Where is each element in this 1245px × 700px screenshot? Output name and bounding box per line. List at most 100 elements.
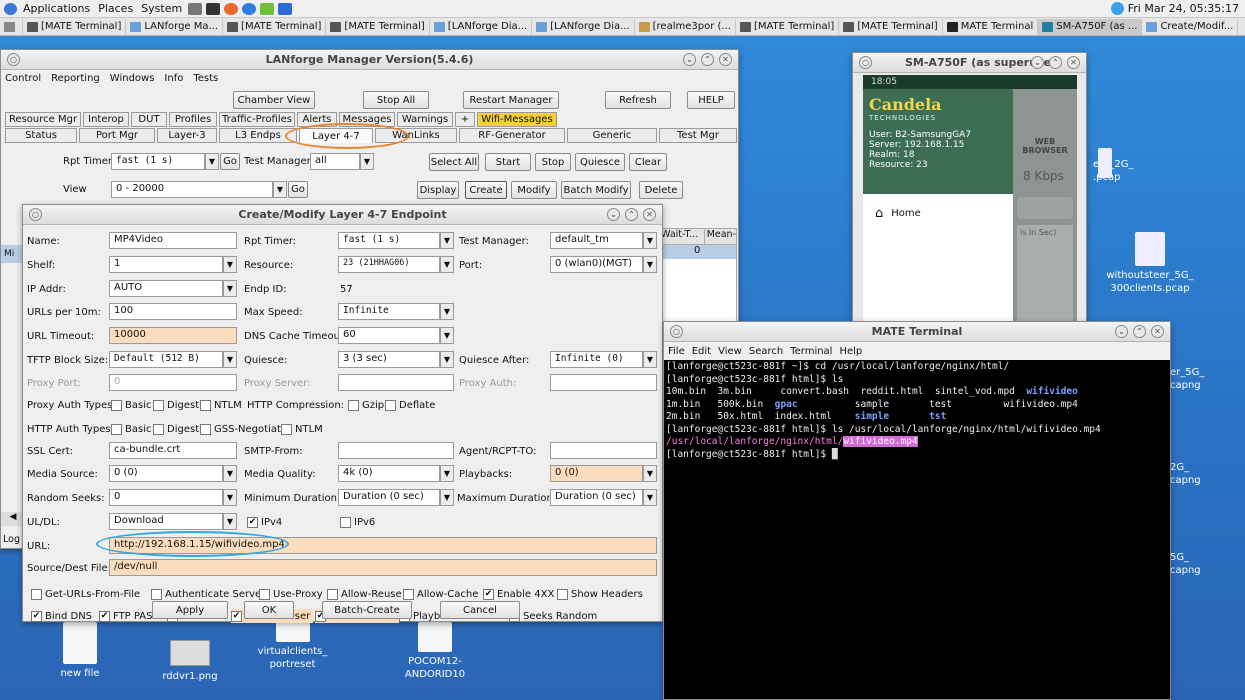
maximize-icon[interactable]: ⌃ [1133, 325, 1146, 338]
menu-windows[interactable]: Windows [110, 73, 155, 84]
terminal-titlebar[interactable]: ○ MATE Terminal ⌄ ⌃ ✕ [664, 322, 1170, 342]
source-dest-file-input[interactable]: /dev/null [109, 559, 657, 576]
chevron-down-icon[interactable]: ▼ [223, 465, 237, 482]
task-item[interactable]: [MATE Terminal] [736, 18, 840, 35]
refresh-button[interactable]: Refresh [605, 91, 671, 109]
name-input[interactable]: MP4Video [109, 232, 237, 249]
seeks-random-checkbox[interactable]: Seeks Random [509, 609, 597, 623]
terminal-output[interactable]: [lanforge@ct523c-881f ~]$ cd /usr/local/… [664, 360, 1170, 699]
maximize-icon[interactable]: ⌃ [701, 53, 714, 66]
column-header[interactable]: -Wait-T... [656, 229, 705, 244]
get-urls-from-file-checkbox[interactable]: Get-URLs-From-File [31, 587, 140, 601]
ftp-pasv-checkbox[interactable]: ✔ FTP PASV [99, 609, 159, 623]
modify-button[interactable]: Modify [511, 181, 557, 199]
task-item[interactable]: [MATE Terminal] [839, 18, 943, 35]
window-menu-icon[interactable]: ○ [670, 325, 683, 338]
gzip-checkbox[interactable]: Gzip [348, 398, 384, 412]
column-header[interactable]: Mean- [705, 229, 736, 244]
tab-layer-3[interactable]: Layer-3 [157, 128, 217, 143]
media-quality-select[interactable]: 4k (0) [338, 465, 440, 482]
proxy-digest-checkbox[interactable]: Digest [153, 398, 199, 412]
go-button[interactable]: Go [220, 153, 240, 170]
select-all-button[interactable]: Select All [429, 153, 479, 171]
quiesce-after-select[interactable]: Infinite (0) [550, 351, 643, 368]
http-basic-checkbox[interactable]: Basic [111, 422, 151, 436]
port-select[interactable]: 0 (wlan0)(MGT) [550, 256, 643, 273]
agent-rcpt-to-input[interactable] [550, 442, 657, 459]
chevron-down-icon[interactable]: ▼ [360, 153, 374, 170]
rpt-timer-select[interactable]: fast (1 s) [111, 153, 205, 170]
chevron-down-icon[interactable]: ▼ [643, 232, 657, 249]
stop-all-button[interactable]: Stop All [363, 91, 429, 109]
menu-applications[interactable]: Applications [19, 2, 94, 15]
allow-cache-checkbox[interactable]: Allow-Cache [403, 587, 478, 601]
minimize-icon[interactable]: ⌄ [1031, 56, 1044, 69]
chevron-down-icon[interactable]: ▼ [440, 489, 454, 506]
firefox-icon[interactable] [224, 2, 239, 15]
menu-edit[interactable]: Edit [692, 346, 711, 357]
tab-resource-mgr[interactable]: Resource Mgr [5, 112, 81, 127]
task-item[interactable]: MATE Terminal [943, 18, 1039, 35]
bind-dns-checkbox[interactable]: ✔ Bind DNS [31, 609, 92, 623]
deflate-checkbox[interactable]: Deflate [385, 398, 435, 412]
tftp-block-size-select[interactable]: Default (512 B) [109, 351, 223, 368]
delete-button[interactable]: Delete [639, 181, 683, 199]
tab-generic[interactable]: Generic [567, 128, 657, 143]
apply-button[interactable]: Apply [152, 601, 228, 619]
batch-create-button[interactable]: Batch-Create [322, 601, 412, 619]
task-item[interactable]: [MATE Terminal] [326, 18, 430, 35]
chevron-down-icon[interactable]: ▼ [440, 327, 454, 344]
gss-negotiate-checkbox[interactable]: GSS-Negotiate [200, 422, 287, 436]
proxy-ntlm-checkbox[interactable]: NTLM [200, 398, 242, 412]
media-source-select[interactable]: 0 (0) [109, 465, 223, 482]
create-button[interactable]: Create [465, 181, 507, 199]
max-speed-select[interactable]: Infinite [338, 303, 440, 320]
terminal-launcher-icon[interactable] [206, 2, 221, 15]
desktop-icon-rddvr1[interactable]: rddvr1.png [155, 640, 225, 683]
task-item[interactable]: [LANforge Dia... [430, 18, 533, 35]
chevron-down-icon[interactable]: ▼ [440, 303, 454, 320]
rpt-timer-select[interactable]: fast (1 s) [338, 232, 440, 249]
maximize-icon[interactable]: ⌃ [625, 208, 638, 221]
chevron-down-icon[interactable]: ▼ [440, 465, 454, 482]
manager-titlebar[interactable]: ○ LANforge Manager Version(5.4.6) ⌄ ⌃ ✕ [1, 50, 738, 70]
batch-modify-button[interactable]: Batch Modify [561, 181, 631, 199]
shelf-select[interactable]: 1 [109, 256, 223, 273]
close-icon[interactable]: ✕ [719, 53, 732, 66]
desktop-icon-5g-capng[interactable]: er_5G_ capng [1170, 366, 1220, 392]
chevron-down-icon[interactable]: ▼ [643, 351, 657, 368]
tab-dut[interactable]: DUT [131, 112, 167, 127]
close-icon[interactable]: ✕ [1151, 325, 1164, 338]
clock[interactable]: Fri Mar 24, 05:35:17 [1110, 2, 1239, 15]
close-icon[interactable]: ✕ [1067, 56, 1080, 69]
task-item[interactable]: [MATE Terminal] [223, 18, 327, 35]
smtp-from-input[interactable] [338, 442, 454, 459]
tab-wifi-messages[interactable]: Wifi-Messages [477, 112, 557, 127]
quiesce-button[interactable]: Quiesce [575, 153, 625, 171]
task-item[interactable]: Create/Modif... [1142, 18, 1239, 35]
minimize-icon[interactable]: ⌄ [1115, 325, 1128, 338]
task-item[interactable]: LANforge Ma... [126, 18, 224, 35]
chevron-down-icon[interactable]: ▼ [643, 256, 657, 273]
url-timeout-input[interactable]: 10000 [109, 327, 237, 344]
tab-add[interactable]: + [455, 112, 475, 127]
chevron-down-icon[interactable]: ▼ [440, 256, 454, 273]
lanforge-launcher-icon[interactable] [260, 2, 275, 15]
authenticate-server-checkbox[interactable]: Authenticate Server [151, 587, 265, 601]
display-button[interactable]: Display [417, 181, 459, 199]
chevron-down-icon[interactable]: ▼ [223, 256, 237, 273]
network-status-icon[interactable] [1110, 2, 1124, 15]
task-item[interactable]: [realme3por (... [635, 18, 736, 35]
help-button[interactable]: HELP [687, 91, 735, 109]
desktop-icon-pocom12[interactable]: POCOM12- ANDORID10 [395, 622, 475, 681]
tab-rf-generator[interactable]: RF-Generator [459, 128, 565, 143]
minimize-icon[interactable]: ⌄ [683, 53, 696, 66]
tab-test-mgr[interactable]: Test Mgr [659, 128, 737, 143]
show-headers-checkbox[interactable]: Show Headers [557, 587, 643, 601]
phone-titlebar[interactable]: ○ SM-A750F (as superuser) ⌄ ⌃ ✕ [853, 53, 1086, 73]
menu-terminal[interactable]: Terminal [790, 346, 832, 357]
chevron-down-icon[interactable]: ▼ [440, 232, 454, 249]
maximize-icon[interactable]: ⌃ [1049, 56, 1062, 69]
desktop-icon-withoutsteer[interactable]: withoutsteer_5G_ 300clients.pcap [1090, 232, 1210, 295]
ok-button[interactable]: OK [244, 601, 294, 619]
